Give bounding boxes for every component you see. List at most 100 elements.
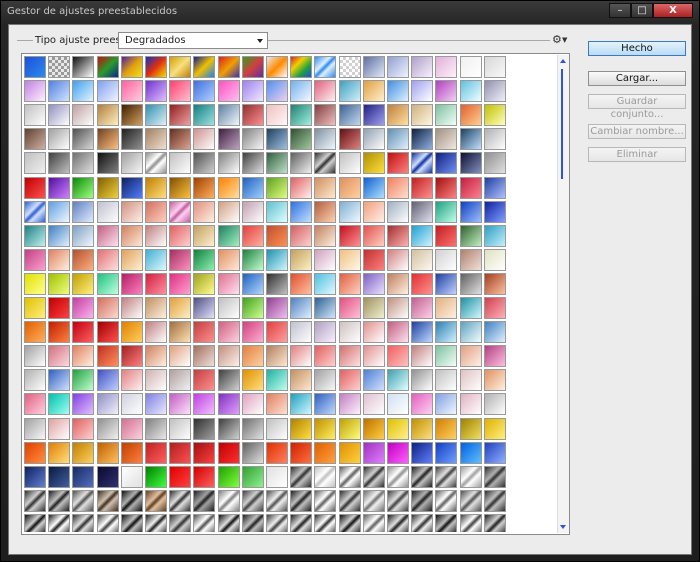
- gradient-swatch[interactable]: [290, 441, 313, 464]
- gradient-swatch[interactable]: [435, 272, 458, 295]
- gradient-swatch[interactable]: [435, 224, 458, 247]
- gradient-swatch[interactable]: [459, 369, 482, 392]
- save-set-button[interactable]: Guardar conjunto...: [588, 94, 686, 120]
- gradient-swatch[interactable]: [411, 297, 434, 319]
- gradient-swatch[interactable]: [169, 104, 192, 127]
- gradient-swatch[interactable]: [459, 104, 482, 127]
- gradient-swatch[interactable]: [120, 321, 143, 344]
- gradient-swatch[interactable]: [96, 224, 119, 247]
- gradient-swatch[interactable]: [362, 128, 385, 151]
- gradient-swatch[interactable]: [338, 248, 361, 271]
- gradient-swatch[interactable]: [145, 104, 167, 127]
- gradient-swatch[interactable]: [387, 128, 409, 151]
- title-bar[interactable]: Gestor de ajustes preestablecidos – □ X: [1, 1, 699, 23]
- gradient-swatch[interactable]: [193, 80, 216, 103]
- gradient-swatch[interactable]: [145, 152, 167, 175]
- gradient-swatch[interactable]: [48, 489, 71, 512]
- gradient-swatch[interactable]: [459, 441, 482, 464]
- gradient-swatch[interactable]: [483, 321, 506, 344]
- done-button[interactable]: Hecho: [588, 41, 686, 56]
- gradient-swatch[interactable]: [48, 513, 71, 532]
- gradient-swatch[interactable]: [387, 272, 409, 295]
- gradient-swatch[interactable]: [362, 441, 385, 464]
- gradient-swatch[interactable]: [72, 441, 95, 464]
- gradient-swatch[interactable]: [241, 321, 264, 344]
- gradient-swatch[interactable]: [72, 369, 95, 392]
- gradient-swatch[interactable]: [241, 104, 264, 127]
- gradient-swatch[interactable]: [217, 128, 240, 151]
- gradient-swatch[interactable]: [217, 200, 240, 223]
- gradient-swatch[interactable]: [24, 369, 46, 392]
- gradient-swatch[interactable]: [241, 345, 264, 368]
- gradient-swatch[interactable]: [459, 465, 482, 488]
- gradient-swatch[interactable]: [435, 489, 458, 512]
- gradient-swatch[interactable]: [24, 104, 46, 127]
- preset-type-select[interactable]: Degradados: [118, 32, 268, 49]
- gear-icon[interactable]: ⚙: [552, 33, 562, 46]
- gradient-swatch[interactable]: [193, 321, 216, 344]
- gradient-swatch[interactable]: [338, 224, 361, 247]
- gradient-swatch[interactable]: [241, 176, 264, 199]
- gradient-swatch[interactable]: [362, 393, 385, 416]
- gradient-swatch[interactable]: [169, 321, 192, 344]
- gradient-swatch[interactable]: [290, 417, 313, 440]
- gradient-swatch[interactable]: [483, 441, 506, 464]
- gradient-swatch[interactable]: [362, 465, 385, 488]
- gradient-swatch[interactable]: [48, 104, 71, 127]
- gradient-swatch[interactable]: [241, 128, 264, 151]
- gradient-swatch[interactable]: [483, 465, 506, 488]
- gradient-swatch[interactable]: [338, 128, 361, 151]
- gradient-swatch[interactable]: [241, 248, 264, 271]
- gradient-swatch[interactable]: [411, 345, 434, 368]
- gradient-swatch[interactable]: [338, 200, 361, 223]
- gradient-swatch[interactable]: [459, 417, 482, 440]
- gradient-swatch[interactable]: [193, 272, 216, 295]
- gradient-swatch[interactable]: [96, 104, 119, 127]
- gradient-swatch[interactable]: [459, 152, 482, 175]
- gradient-swatch[interactable]: [217, 248, 240, 271]
- gradient-swatch[interactable]: [411, 489, 434, 512]
- gradient-swatch[interactable]: [483, 80, 506, 103]
- gradient-swatch[interactable]: [483, 128, 506, 151]
- gradient-swatch[interactable]: [217, 56, 240, 78]
- menu-caret-icon[interactable]: ▼: [562, 36, 567, 44]
- gradient-swatch[interactable]: [411, 224, 434, 247]
- gradient-swatch[interactable]: [411, 248, 434, 271]
- gradient-swatch[interactable]: [290, 513, 313, 532]
- gradient-swatch[interactable]: [411, 128, 434, 151]
- gradient-swatch[interactable]: [362, 369, 385, 392]
- gradient-swatch[interactable]: [120, 297, 143, 319]
- gradient-swatch[interactable]: [120, 393, 143, 416]
- gradient-swatch[interactable]: [120, 80, 143, 103]
- gradient-swatch[interactable]: [387, 80, 409, 103]
- gradient-swatch[interactable]: [193, 104, 216, 127]
- gradient-swatch[interactable]: [411, 417, 434, 440]
- gradient-swatch[interactable]: [338, 441, 361, 464]
- gradient-swatch[interactable]: [266, 272, 288, 295]
- gradient-swatch[interactable]: [290, 369, 313, 392]
- gradient-swatch[interactable]: [145, 248, 167, 271]
- gradient-swatch[interactable]: [217, 104, 240, 127]
- gradient-swatch[interactable]: [193, 56, 216, 78]
- gradient-swatch[interactable]: [72, 104, 95, 127]
- gradient-swatch[interactable]: [24, 152, 46, 175]
- gradient-swatch[interactable]: [217, 465, 240, 488]
- gradient-swatch[interactable]: [72, 272, 95, 295]
- gradient-swatch[interactable]: [362, 345, 385, 368]
- gradient-swatch[interactable]: [193, 441, 216, 464]
- gradient-swatch[interactable]: [145, 56, 167, 78]
- gradient-swatch[interactable]: [459, 393, 482, 416]
- vertical-scrollbar[interactable]: [557, 55, 569, 533]
- gradient-swatch[interactable]: [435, 297, 458, 319]
- gradient-swatch[interactable]: [241, 489, 264, 512]
- gradient-swatch[interactable]: [72, 248, 95, 271]
- gradient-swatch[interactable]: [120, 104, 143, 127]
- gradient-swatch[interactable]: [169, 441, 192, 464]
- gradient-swatch[interactable]: [169, 80, 192, 103]
- gradient-swatch[interactable]: [96, 489, 119, 512]
- gradient-swatch[interactable]: [387, 489, 409, 512]
- gradient-swatch[interactable]: [387, 104, 409, 127]
- gradient-swatch[interactable]: [193, 369, 216, 392]
- gradient-swatch[interactable]: [387, 152, 409, 175]
- gradient-swatch[interactable]: [96, 176, 119, 199]
